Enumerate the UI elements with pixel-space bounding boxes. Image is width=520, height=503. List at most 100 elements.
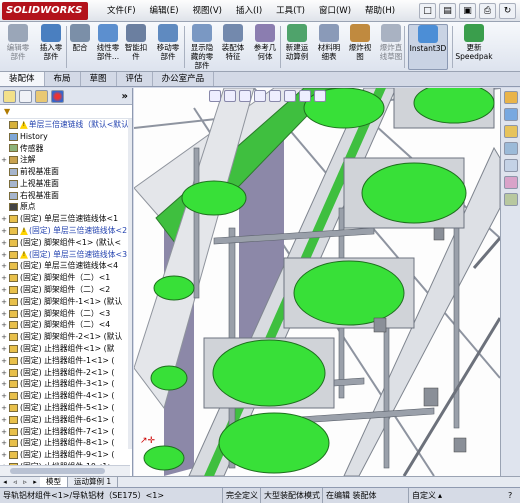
tree-item[interactable]: +! (固定) 单层三倍速链线体<2: [0, 225, 130, 237]
scroll-thumb[interactable]: [10, 468, 105, 474]
tree-item[interactable]: + (固定) 止挡器组件-9<1> (: [0, 449, 130, 461]
command-11[interactable]: 爆炸视图: [346, 24, 374, 70]
tree-horizontal-scrollbar[interactable]: [0, 465, 130, 476]
tree-item[interactable]: + (固定) 止挡器组件-4<1> (: [0, 390, 130, 402]
filter-row[interactable]: ▼: [0, 105, 132, 119]
tree-item[interactable]: + (固定) 脚架组件-1<1> (默认: [0, 296, 130, 308]
expand-plus-icon[interactable]: +: [0, 426, 8, 438]
expand-plus-icon[interactable]: +: [0, 154, 8, 166]
rebuild-icon[interactable]: ↻: [499, 3, 516, 19]
expand-plus-icon[interactable]: +: [0, 449, 8, 461]
tree-item[interactable]: + (固定) 止挡器组件<1> (默: [0, 343, 130, 355]
tree-item[interactable]: 原点: [0, 202, 130, 214]
graphics-viewport[interactable]: ↗✛: [134, 88, 500, 476]
command-9[interactable]: 新建运 动算例: [282, 24, 312, 70]
expand-plus-icon[interactable]: +: [0, 272, 8, 284]
solidworks-logo[interactable]: SOLIDWORKS: [2, 2, 89, 20]
view-orientation-icon[interactable]: [269, 90, 281, 102]
expand-plus-icon[interactable]: +: [0, 402, 8, 414]
tree-item[interactable]: ! 单层三倍速链线（默认<默认_: [0, 119, 130, 131]
command-14[interactable]: 更新 Speedpak: [454, 24, 494, 70]
zoom-area-icon[interactable]: [224, 90, 236, 102]
tab-1[interactable]: 布局: [45, 72, 81, 86]
menu-4[interactable]: 工具(T): [269, 0, 312, 22]
search-icon[interactable]: [503, 142, 518, 155]
command-4[interactable]: 智能扣件: [122, 24, 150, 70]
filter-icon[interactable]: ▼: [4, 107, 10, 116]
menu-2[interactable]: 视图(V): [186, 0, 229, 22]
tree-item[interactable]: + (固定) 止挡器组件-2<1> (: [0, 367, 130, 379]
tree-item[interactable]: + (固定) 脚架组件<1> (默认<: [0, 237, 130, 249]
tree-item[interactable]: + (固定) 脚架组件（二）<3: [0, 308, 130, 320]
tree-item[interactable]: History: [0, 131, 130, 143]
print-icon[interactable]: ⎙: [479, 3, 496, 19]
section-view-icon[interactable]: [254, 90, 266, 102]
command-8[interactable]: 参考几 何体: [250, 24, 280, 70]
status-units[interactable]: 自定义: [408, 488, 436, 503]
command-1[interactable]: 插入零 部件: [36, 24, 66, 70]
solidworks-resources-icon[interactable]: [503, 91, 518, 104]
expand-plus-icon[interactable]: +: [0, 355, 8, 367]
expand-plus-icon[interactable]: +: [0, 308, 8, 320]
new-icon[interactable]: □: [419, 3, 436, 19]
open-icon[interactable]: ▤: [439, 3, 456, 19]
tab-4[interactable]: 办公室产品: [153, 72, 215, 86]
save-icon[interactable]: ▣: [459, 3, 476, 19]
tree-item[interactable]: + (固定) 止挡器组件-5<1> (: [0, 402, 130, 414]
expand-plus-icon[interactable]: +: [0, 438, 8, 450]
appearances-icon[interactable]: [503, 176, 518, 189]
tree-item[interactable]: + (固定) 脚架组件（二）<4: [0, 320, 130, 332]
tree-item[interactable]: + 注解: [0, 154, 130, 166]
configuration-manager-tab-icon[interactable]: [35, 89, 48, 103]
menu-5[interactable]: 窗口(W): [312, 0, 358, 22]
menu-1[interactable]: 编辑(E): [143, 0, 186, 22]
tree-item[interactable]: + (固定) 止挡器组件-1<1> (: [0, 355, 130, 367]
tree-item[interactable]: 传感器: [0, 143, 130, 155]
edit-appearance-icon[interactable]: [314, 90, 326, 102]
tree-vertical-scrollbar[interactable]: [128, 119, 132, 449]
expand-plus-icon[interactable]: +: [0, 390, 8, 402]
previous-view-icon[interactable]: [239, 90, 251, 102]
command-5[interactable]: 移动零 部件: [152, 24, 184, 70]
tree-item[interactable]: + (固定) 止挡器组件-6<1> (: [0, 414, 130, 426]
tree-item[interactable]: + (固定) 止挡器组件-8<1> (: [0, 438, 130, 450]
feature-tree-tab-icon[interactable]: [3, 89, 16, 103]
expand-plus-icon[interactable]: +: [0, 261, 8, 273]
command-7[interactable]: 装配体 特征: [218, 24, 248, 70]
help-icon[interactable]: ?: [508, 488, 512, 503]
prev-tab-arrow-icon[interactable]: ◃: [10, 477, 20, 487]
menu-0[interactable]: 文件(F): [100, 0, 143, 22]
expand-plus-icon[interactable]: +: [0, 414, 8, 426]
tree-item[interactable]: + (固定) 单层三倍速链线体<4: [0, 261, 130, 273]
command-12[interactable]: 爆炸直 线草图: [376, 24, 406, 70]
property-manager-tab-icon[interactable]: [19, 89, 32, 103]
tab-motion-study-1[interactable]: 运动算例 1: [68, 477, 119, 487]
tree-item[interactable]: 前视基准面: [0, 166, 130, 178]
command-10[interactable]: 材料明 细表: [314, 24, 344, 70]
expand-plus-icon[interactable]: +: [0, 296, 8, 308]
menu-6[interactable]: 帮助(H): [358, 0, 402, 22]
design-library-icon[interactable]: [503, 108, 518, 121]
tree-item[interactable]: 右视基准面: [0, 190, 130, 202]
appearance-tab-icon[interactable]: [51, 89, 64, 103]
tree-item[interactable]: + (固定) 脚架组件（二）<2: [0, 284, 130, 296]
view-palette-icon[interactable]: [503, 159, 518, 172]
expand-plus-icon[interactable]: +: [0, 249, 8, 261]
expand-plus-icon[interactable]: +: [0, 213, 8, 225]
expand-plus-icon[interactable]: +: [0, 367, 8, 379]
expand-plus-icon[interactable]: +: [0, 320, 8, 332]
last-tab-arrow-icon[interactable]: ▸: [30, 477, 40, 487]
tab-0[interactable]: 装配体: [0, 72, 45, 86]
tree-item[interactable]: + (固定) 止挡器组件-3<1> (: [0, 379, 130, 391]
display-style-icon[interactable]: [284, 90, 296, 102]
expand-chevron-icon[interactable]: »: [122, 91, 128, 102]
tree-item[interactable]: +! (固定) 单层三倍速链线体<3: [0, 249, 130, 261]
tree-item[interactable]: + (固定) 脚架组件（二）<1: [0, 272, 130, 284]
hide-show-items-icon[interactable]: [299, 90, 311, 102]
tree-item[interactable]: + (固定) 止挡器组件-7<1> (: [0, 426, 130, 438]
tree-item[interactable]: + (固定) 脚架组件-2<1> (默认: [0, 331, 130, 343]
first-tab-arrow-icon[interactable]: ◂: [0, 477, 10, 487]
custom-properties-icon[interactable]: [503, 193, 518, 206]
units-dropdown-icon[interactable]: ▴: [438, 488, 442, 503]
expand-plus-icon[interactable]: +: [0, 379, 8, 391]
